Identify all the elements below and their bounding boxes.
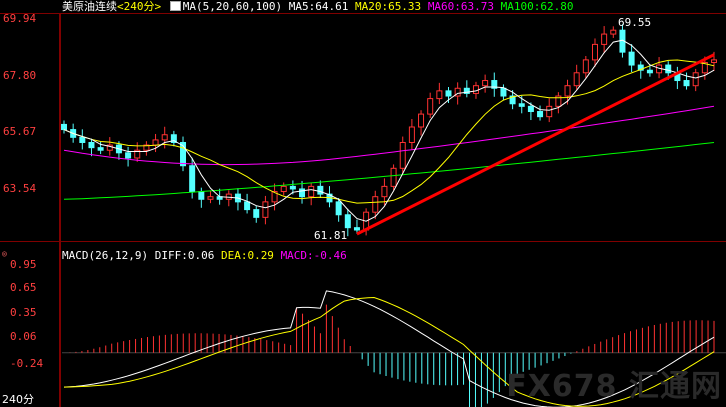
candle-body — [353, 227, 360, 231]
candle-body — [418, 113, 425, 128]
candle-body — [546, 105, 553, 118]
price-header: 美原油连续<240分> MA(5,20,60,100) MA5:64.61 MA… — [62, 1, 574, 13]
candle-body — [628, 51, 635, 66]
candle-body — [308, 185, 315, 198]
candle-body — [244, 201, 251, 211]
ma100-readout: MA100:62.80 — [500, 0, 574, 13]
candle-body — [436, 90, 443, 100]
candle-body — [573, 72, 580, 87]
period-label[interactable]: <240分> — [117, 0, 161, 13]
candle-body — [381, 185, 388, 198]
candle-body — [500, 87, 507, 97]
ma60-readout: MA60:63.73 — [427, 0, 495, 13]
candle-body — [711, 59, 717, 63]
ma20-line — [63, 59, 715, 204]
candle-body — [692, 72, 699, 87]
candle-body — [582, 59, 589, 74]
candle-body — [482, 80, 489, 87]
period-footer[interactable]: 240分 — [2, 391, 34, 407]
candle-body — [537, 111, 544, 118]
candle-body — [564, 85, 571, 97]
price-tick-1: 67.80 — [3, 69, 36, 82]
candle-body — [198, 191, 205, 200]
candle-body — [88, 141, 95, 149]
ma60-line — [63, 105, 715, 166]
diff-readout: DIFF:0.06 — [154, 249, 215, 262]
candle-body — [591, 43, 598, 61]
candle-body — [253, 209, 260, 218]
panel-toggle-icon[interactable]: ◎ — [2, 249, 7, 258]
price-tick-0: 69.94 — [3, 12, 36, 25]
candle-body — [344, 214, 351, 229]
candle-body — [372, 196, 379, 213]
candle-body — [61, 123, 67, 131]
candle-body — [427, 98, 434, 115]
instrument-name: 美原油连续 — [62, 0, 117, 13]
trend-line — [356, 53, 715, 236]
candle-body — [472, 85, 479, 94]
candle-body — [399, 141, 406, 169]
kline-chart: ◎ 69.94 67.80 65.67 63.54 0.95 0.65 0.35… — [0, 12, 726, 407]
candle-body — [299, 188, 306, 198]
watermark-logo: FX678 汇通网 — [506, 369, 722, 404]
price-tick-3: 63.54 — [3, 182, 36, 195]
price-tick-2: 65.67 — [3, 125, 36, 138]
macd-tick-1: 0.65 — [10, 281, 37, 294]
candle-body — [317, 185, 324, 195]
candle-body — [518, 103, 525, 107]
ma-params: MA(5,20,60,100) — [182, 0, 283, 13]
ma-settings-icon[interactable] — [169, 1, 181, 11]
candle-body — [189, 165, 196, 193]
macd-params: MACD(26,12,9) — [62, 249, 149, 262]
macd-tick-2: 0.35 — [10, 306, 37, 319]
candle-body — [646, 69, 653, 74]
candle-body — [390, 167, 397, 187]
macd-tick-3: 0.06 — [10, 330, 37, 343]
macd-axis: 0.95 0.65 0.35 0.06 -0.24 — [10, 258, 43, 370]
macd-header: MACD(26,12,9) DIFF:0.06 DEA:0.29 MACD:-0… — [62, 250, 347, 262]
candle-body — [207, 196, 214, 200]
candle-body — [262, 201, 269, 218]
price-axis: 69.94 67.80 65.67 63.54 — [3, 12, 36, 195]
candle-body — [610, 29, 617, 35]
ma100-line — [63, 142, 715, 200]
candle-body — [335, 201, 342, 216]
low-annotation: 61.81 — [314, 229, 347, 242]
price-plot — [61, 24, 717, 237]
macd-tick-4: -0.24 — [10, 357, 43, 370]
macd-tick-0: 0.95 — [10, 258, 37, 271]
candle-body — [445, 90, 452, 97]
candle-body — [683, 80, 690, 87]
candle-body — [408, 126, 415, 143]
candle-body — [97, 147, 104, 151]
candle-body — [601, 33, 608, 45]
ma20-readout: MA20:65.33 — [354, 0, 422, 13]
candle-body — [665, 64, 672, 74]
macd-readout: MACD:-0.46 — [280, 249, 347, 262]
high-annotation: 69.55 — [618, 16, 651, 29]
candle-body — [527, 105, 534, 113]
candle-body — [289, 185, 296, 190]
candle-body — [79, 136, 86, 143]
ma5-readout: MA5:64.61 — [288, 0, 349, 13]
candle-body — [280, 185, 287, 193]
dea-readout: DEA:0.29 — [220, 249, 274, 262]
candle-body — [125, 152, 132, 159]
candle-body — [152, 139, 159, 146]
candle-body — [161, 134, 168, 141]
